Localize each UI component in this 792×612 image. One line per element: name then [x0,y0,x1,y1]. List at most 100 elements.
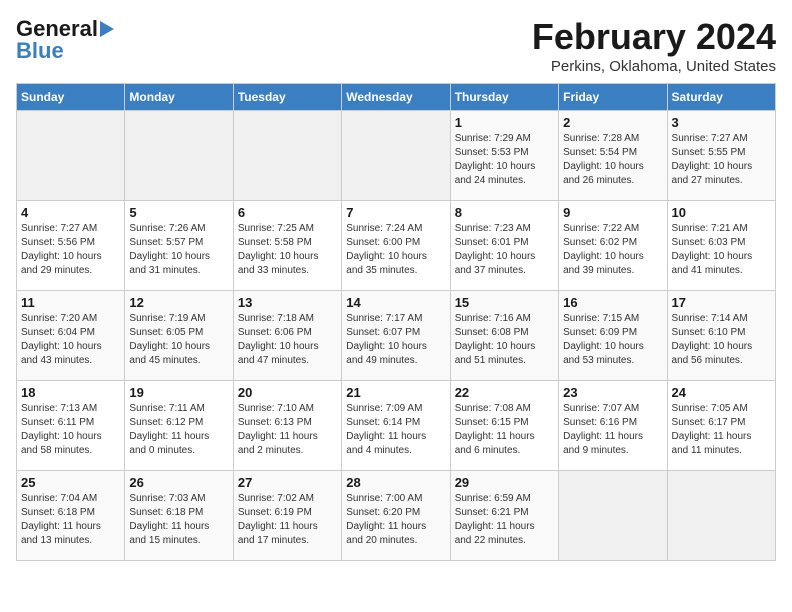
day-number: 11 [21,295,120,310]
day-number: 17 [672,295,771,310]
calendar-header: SundayMondayTuesdayWednesdayThursdayFrid… [17,84,776,111]
calendar-week-row: 4 Sunrise: 7:27 AM Sunset: 5:56 PM Daylig… [17,201,776,291]
day-number: 9 [563,205,662,220]
calendar-cell: 18 Sunrise: 7:13 AM Sunset: 6:11 PM Dayli… [17,381,125,471]
calendar-body: 1Sunrise: 7:29 AM Sunset: 5:53 PM Daylig… [17,111,776,561]
calendar-cell: 20 Sunrise: 7:10 AM Sunset: 6:13 PM Dayli… [233,381,341,471]
day-number: 16 [563,295,662,310]
day-number: 4 [21,205,120,220]
day-number: 5 [129,205,228,220]
calendar-week-row: 25 Sunrise: 7:04 AM Sunset: 6:18 PM Dayli… [17,471,776,561]
calendar-cell: 1Sunrise: 7:29 AM Sunset: 5:53 PM Daylig… [450,111,558,201]
day-info: Sunrise: 7:02 AM Sunset: 6:19 PM Dayligh… [238,492,337,548]
day-info: Sunrise: 7:27 AM Sunset: 5:55 PM Dayligh… [672,132,771,188]
day-info: Sunrise: 7:26 AM Sunset: 5:57 PM Dayligh… [129,222,228,278]
day-number: 14 [346,295,445,310]
calendar-cell: 4 Sunrise: 7:27 AM Sunset: 5:56 PM Daylig… [17,201,125,291]
calendar-cell: 27 Sunrise: 7:02 AM Sunset: 6:19 PM Dayli… [233,471,341,561]
day-info: Sunrise: 7:09 AM Sunset: 6:14 PM Dayligh… [346,402,445,458]
weekday-header-monday: Monday [125,84,233,111]
day-info: Sunrise: 7:11 AM Sunset: 6:12 PM Dayligh… [129,402,228,458]
weekday-header-friday: Friday [559,84,667,111]
day-info: Sunrise: 7:04 AM Sunset: 6:18 PM Dayligh… [21,492,120,548]
day-info: Sunrise: 7:17 AM Sunset: 6:07 PM Dayligh… [346,312,445,368]
day-info: Sunrise: 7:27 AM Sunset: 5:56 PM Dayligh… [21,222,120,278]
day-number: 22 [455,385,554,400]
day-info: Sunrise: 7:20 AM Sunset: 6:04 PM Dayligh… [21,312,120,368]
calendar-cell: 14 Sunrise: 7:17 AM Sunset: 6:07 PM Dayli… [342,291,450,381]
day-number: 1 [455,115,554,130]
page-header: General Blue February 2024 Perkins, Okla… [16,16,776,75]
day-number: 19 [129,385,228,400]
weekday-header-sunday: Sunday [17,84,125,111]
day-number: 20 [238,385,337,400]
day-number: 24 [672,385,771,400]
weekday-header-thursday: Thursday [450,84,558,111]
location-subtitle: Perkins, Oklahoma, United States [532,58,776,75]
calendar-cell: 23Sunrise: 7:07 AM Sunset: 6:16 PM Dayli… [559,381,667,471]
day-info: Sunrise: 7:18 AM Sunset: 6:06 PM Dayligh… [238,312,337,368]
calendar-cell: 8 Sunrise: 7:23 AM Sunset: 6:01 PM Daylig… [450,201,558,291]
day-number: 18 [21,385,120,400]
calendar-cell: 26Sunrise: 7:03 AM Sunset: 6:18 PM Dayli… [125,471,233,561]
calendar-cell: 17 Sunrise: 7:14 AM Sunset: 6:10 PM Dayli… [667,291,775,381]
day-number: 29 [455,475,554,490]
day-info: Sunrise: 7:21 AM Sunset: 6:03 PM Dayligh… [672,222,771,278]
calendar-cell [17,111,125,201]
weekday-header-wednesday: Wednesday [342,84,450,111]
calendar-table: SundayMondayTuesdayWednesdayThursdayFrid… [16,83,776,561]
calendar-cell: 9 Sunrise: 7:22 AM Sunset: 6:02 PM Daylig… [559,201,667,291]
day-number: 8 [455,205,554,220]
day-info: Sunrise: 7:10 AM Sunset: 6:13 PM Dayligh… [238,402,337,458]
day-number: 28 [346,475,445,490]
calendar-cell: 13 Sunrise: 7:18 AM Sunset: 6:06 PM Dayli… [233,291,341,381]
calendar-cell: 12 Sunrise: 7:19 AM Sunset: 6:05 PM Dayli… [125,291,233,381]
day-info: Sunrise: 7:15 AM Sunset: 6:09 PM Dayligh… [563,312,662,368]
day-number: 21 [346,385,445,400]
day-number: 6 [238,205,337,220]
day-info: Sunrise: 7:22 AM Sunset: 6:02 PM Dayligh… [563,222,662,278]
day-info: Sunrise: 7:14 AM Sunset: 6:10 PM Dayligh… [672,312,771,368]
logo-arrow-icon [100,21,114,37]
day-info: Sunrise: 7:24 AM Sunset: 6:00 PM Dayligh… [346,222,445,278]
day-info: Sunrise: 7:08 AM Sunset: 6:15 PM Dayligh… [455,402,554,458]
calendar-week-row: 18 Sunrise: 7:13 AM Sunset: 6:11 PM Dayli… [17,381,776,471]
day-info: Sunrise: 7:00 AM Sunset: 6:20 PM Dayligh… [346,492,445,548]
day-number: 7 [346,205,445,220]
day-number: 27 [238,475,337,490]
month-year-title: February 2024 [532,16,776,58]
day-number: 3 [672,115,771,130]
calendar-cell: 22 Sunrise: 7:08 AM Sunset: 6:15 PM Dayli… [450,381,558,471]
day-info: Sunrise: 7:23 AM Sunset: 6:01 PM Dayligh… [455,222,554,278]
calendar-cell: 11 Sunrise: 7:20 AM Sunset: 6:04 PM Dayli… [17,291,125,381]
calendar-cell [233,111,341,201]
logo-blue: Blue [16,38,64,64]
day-number: 2 [563,115,662,130]
day-info: Sunrise: 7:13 AM Sunset: 6:11 PM Dayligh… [21,402,120,458]
day-number: 25 [21,475,120,490]
calendar-cell [559,471,667,561]
calendar-cell: 10 Sunrise: 7:21 AM Sunset: 6:03 PM Dayli… [667,201,775,291]
calendar-cell: 7 Sunrise: 7:24 AM Sunset: 6:00 PM Daylig… [342,201,450,291]
calendar-cell: 16 Sunrise: 7:15 AM Sunset: 6:09 PM Dayli… [559,291,667,381]
day-number: 26 [129,475,228,490]
day-number: 10 [672,205,771,220]
calendar-cell: 21 Sunrise: 7:09 AM Sunset: 6:14 PM Dayli… [342,381,450,471]
calendar-cell: 29Sunrise: 6:59 AM Sunset: 6:21 PM Dayli… [450,471,558,561]
day-number: 12 [129,295,228,310]
title-area: February 2024 Perkins, Oklahoma, United … [532,16,776,75]
calendar-week-row: 11 Sunrise: 7:20 AM Sunset: 6:04 PM Dayli… [17,291,776,381]
calendar-week-row: 1Sunrise: 7:29 AM Sunset: 5:53 PM Daylig… [17,111,776,201]
calendar-cell [667,471,775,561]
day-info: Sunrise: 7:19 AM Sunset: 6:05 PM Dayligh… [129,312,228,368]
calendar-cell: 2Sunrise: 7:28 AM Sunset: 5:54 PM Daylig… [559,111,667,201]
calendar-cell: 15Sunrise: 7:16 AM Sunset: 6:08 PM Dayli… [450,291,558,381]
calendar-cell: 5 Sunrise: 7:26 AM Sunset: 5:57 PM Daylig… [125,201,233,291]
calendar-cell [342,111,450,201]
day-number: 13 [238,295,337,310]
day-number: 23 [563,385,662,400]
calendar-cell: 3 Sunrise: 7:27 AM Sunset: 5:55 PM Daylig… [667,111,775,201]
day-info: Sunrise: 7:16 AM Sunset: 6:08 PM Dayligh… [455,312,554,368]
logo: General Blue [16,16,114,64]
weekday-header-row: SundayMondayTuesdayWednesdayThursdayFrid… [17,84,776,111]
